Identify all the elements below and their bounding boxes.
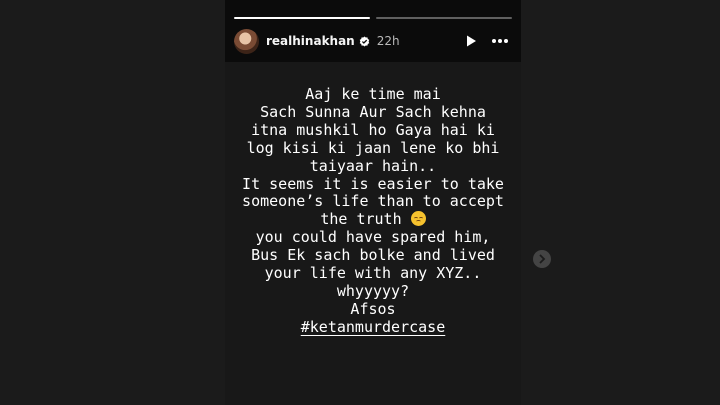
progress-segment <box>376 17 512 19</box>
story-header: realhinakhan 22h <box>234 28 509 54</box>
timestamp: 22h <box>376 34 400 48</box>
story-line: It seems it is easier to take <box>242 174 504 193</box>
disappointed-face-emoji <box>410 211 426 227</box>
hashtag-link[interactable]: #ketanmurdercase <box>301 318 446 337</box>
story-line: whyyyyy? <box>336 281 410 300</box>
verified-badge-icon <box>359 35 370 47</box>
story-line: Sach Sunna Aur Sach kehna <box>260 102 486 121</box>
story-content: Aaj ke time mai Sach Sunna Aur Sach kehn… <box>225 62 521 405</box>
story-line: log kisi ki jaan lene ko bhi <box>246 138 500 157</box>
username[interactable]: realhinakhan <box>266 34 355 48</box>
progress-segment <box>234 17 370 19</box>
chevron-right-icon <box>539 254 546 264</box>
avatar[interactable] <box>234 28 259 54</box>
story-viewer: realhinakhan 22h Aaj ke time mai Sach Su… <box>225 0 521 405</box>
story-line: Bus Ek sach bolke and lived <box>251 246 495 265</box>
story-text: Aaj ke time mai Sach Sunna Aur Sach kehn… <box>225 85 521 337</box>
story-progress <box>234 17 512 19</box>
story-line: taiyaar hain.. <box>309 156 437 175</box>
more-options-icon[interactable] <box>491 38 509 44</box>
story-line: your life with any XYZ.. <box>264 264 482 283</box>
next-story-button[interactable] <box>533 250 551 268</box>
play-icon[interactable] <box>464 34 478 48</box>
story-line: someone’s life than to accept <box>242 192 504 211</box>
story-line: the truth <box>320 210 402 229</box>
progress-fill <box>234 17 370 19</box>
story-line: Aaj ke time mai <box>305 85 441 103</box>
story-line: you could have spared him, <box>255 228 491 247</box>
story-line: Afsos <box>350 299 396 318</box>
story-line: itna mushkil ho Gaya hai ki <box>251 120 495 139</box>
